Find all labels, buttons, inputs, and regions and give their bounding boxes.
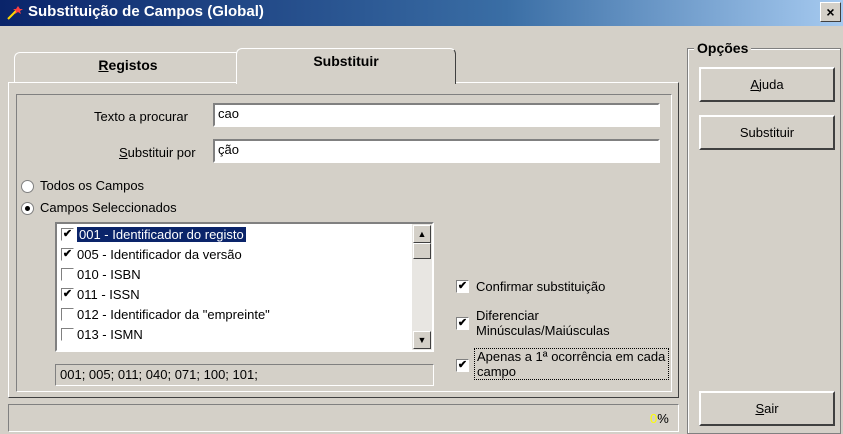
radio-dot xyxy=(25,206,30,211)
list-item[interactable]: 012 - Identificador da "empreinte" xyxy=(57,304,412,324)
radio-selected-fields[interactable] xyxy=(21,202,34,215)
case-checkbox[interactable]: ✔ xyxy=(456,317,469,330)
exit-label: air xyxy=(764,401,779,416)
scroll-thumb[interactable] xyxy=(413,243,431,259)
options-group-title: Opções xyxy=(694,40,752,56)
list-item[interactable]: ✔ 005 - Identificador da versão xyxy=(57,244,412,264)
replace-button[interactable]: Substituir xyxy=(699,115,835,150)
progress-readout: 0% xyxy=(650,411,669,426)
help-hotkey: A xyxy=(750,77,760,92)
list-item-checkbox[interactable]: ✔ xyxy=(61,247,74,261)
radio-all-fields-label: Todos os Campos xyxy=(40,178,145,193)
list-item[interactable]: ✔ 001 - Identificador do registo xyxy=(57,224,412,244)
list-item[interactable]: 010 - ISBN xyxy=(57,264,412,284)
list-item-label: 011 - ISSN xyxy=(77,286,140,302)
confirm-label: Confirmar substituição xyxy=(476,279,606,294)
arrow-up-icon[interactable]: ▲ xyxy=(413,225,431,243)
first-only-checkbox[interactable]: ✔ xyxy=(456,359,469,372)
list-item-label: 013 - ISMN xyxy=(77,326,143,342)
replace-hotkey: S xyxy=(119,145,128,160)
close-button[interactable]: × xyxy=(820,2,841,22)
fields-listbox[interactable]: ✔ 001 - Identificador do registo ✔ 005 - Id… xyxy=(55,222,434,352)
wand-icon xyxy=(7,6,23,20)
tab-label-post: egistos xyxy=(108,57,158,73)
tab-hotkey: R xyxy=(98,57,109,73)
close-icon: × xyxy=(826,4,835,20)
list-item-checkbox[interactable] xyxy=(61,267,74,281)
options-group xyxy=(687,48,841,434)
first-only-label: Apenas a 1ª ocorrência em cada campo xyxy=(474,348,669,380)
confirm-checkbox[interactable]: ✔ xyxy=(456,280,469,293)
list-item-label: 012 - Identificador da "empreinte" xyxy=(77,306,270,322)
selected-summary: 001; 005; 011; 040; 071; 100; 101; xyxy=(55,364,434,386)
search-input[interactable]: cao xyxy=(213,103,660,127)
exit-hotkey: S xyxy=(755,401,765,416)
list-item-checkbox[interactable] xyxy=(61,307,74,321)
help-label: juda xyxy=(759,77,784,92)
progress-unit: % xyxy=(657,411,669,426)
list-scrollbar[interactable]: ▲ ▼ xyxy=(412,224,432,350)
help-button[interactable]: Ajuda xyxy=(699,67,835,102)
radio-all-fields[interactable] xyxy=(21,180,34,193)
status-bar xyxy=(8,404,679,432)
list-item-label: 010 - ISBN xyxy=(77,266,141,282)
list-item[interactable]: 013 - ISMN xyxy=(57,324,412,344)
tab-registos[interactable]: Registos xyxy=(14,52,242,82)
tab-label: Substituir xyxy=(313,53,379,69)
arrow-down-icon[interactable]: ▼ xyxy=(413,331,431,349)
list-item[interactable]: ✔ 011 - ISSN xyxy=(57,284,412,304)
tab-substituir[interactable]: Substituir xyxy=(236,48,456,84)
radio-selected-fields-label: Campos Seleccionados xyxy=(40,200,177,215)
case-label: Diferenciar Minúsculas/Maiúsculas xyxy=(476,308,610,338)
window-title: Substituição de Campos (Global) xyxy=(28,3,264,20)
replace-input[interactable]: ção xyxy=(213,139,660,163)
replace-label: Substituir por xyxy=(119,145,196,160)
title-bar: Substituição de Campos (Global) × xyxy=(0,0,843,26)
exit-button[interactable]: Sair xyxy=(699,391,835,426)
list-item-checkbox[interactable] xyxy=(61,327,74,341)
list-item-label: 001 - Identificador do registo xyxy=(77,226,246,242)
fields-list: ✔ 001 - Identificador do registo ✔ 005 - Id… xyxy=(57,224,412,350)
replace-label-text: ubstituir por xyxy=(127,145,196,160)
list-item-checkbox[interactable]: ✔ xyxy=(61,227,74,241)
list-item-label: 005 - Identificador da versão xyxy=(77,246,242,262)
list-item-checkbox[interactable]: ✔ xyxy=(61,287,74,301)
search-label: Texto a procurar xyxy=(94,109,188,124)
